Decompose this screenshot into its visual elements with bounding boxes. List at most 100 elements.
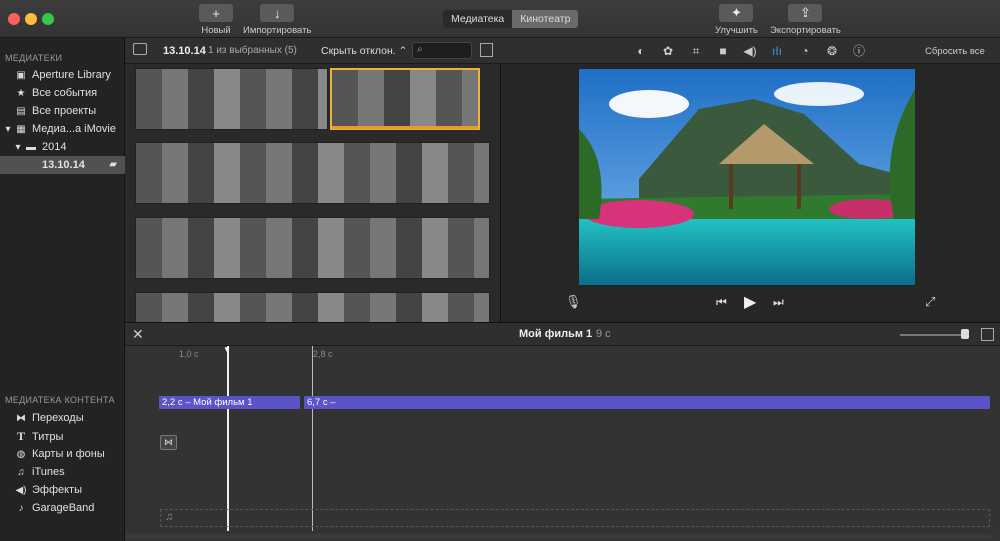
- ruler-mark: 1,0 с: [179, 349, 199, 359]
- project-title: Мой фильм 1: [519, 328, 593, 340]
- sidebar-item-2014[interactable]: ▾ ▬ 2014: [0, 138, 125, 156]
- sidebar-item-label: Эффекты: [32, 484, 83, 496]
- sidebar-item-label: Все проекты: [32, 105, 97, 117]
- clip-thumbnail-selected[interactable]: [330, 68, 480, 130]
- speaker-icon: ◀): [15, 485, 27, 496]
- sidebar-item-event-13-10-14[interactable]: 13.10.14 ▰: [0, 156, 125, 174]
- skip-back-icon[interactable]: ⏮: [716, 295, 727, 310]
- plus-icon: +: [199, 4, 233, 22]
- sidebar-item-garageband[interactable]: ♪ GarageBand: [0, 499, 125, 517]
- color-palette-icon[interactable]: ✿: [660, 43, 676, 59]
- close-window-button[interactable]: [8, 13, 20, 25]
- color-balance-icon[interactable]: ◐: [633, 43, 649, 59]
- enhance-button[interactable]: ✦ Улучшить: [715, 4, 758, 36]
- timeline-clip[interactable]: 2,2 с – Мой фильм 1: [159, 396, 300, 409]
- sidebar-item-label: Все события: [32, 87, 98, 99]
- import-label: Импортировать: [243, 25, 312, 36]
- guitar-icon: ♪: [18, 503, 24, 514]
- ruler-mark: 2,8 с: [313, 349, 333, 359]
- download-arrow-icon: ↓: [260, 4, 295, 22]
- filter-dropdown[interactable]: Скрыть отклон. ⌃: [321, 45, 407, 57]
- filter-icon[interactable]: ❂: [824, 43, 840, 59]
- volume-icon[interactable]: ◀): [742, 43, 758, 59]
- timeline-clip[interactable]: 6,7 с –: [304, 396, 990, 409]
- clip-thumbnail[interactable]: [135, 292, 490, 322]
- timeline-header: ✕ Мой фильм 1 9 с: [125, 322, 1000, 346]
- timeline[interactable]: 1,0 с 2,8 с ▼ 2,2 с – Мой фильм 1 6,7 с …: [125, 345, 1000, 541]
- reset-all-button[interactable]: Сбросить все: [925, 46, 985, 57]
- export-button[interactable]: ⇪ Экспортировать: [770, 4, 841, 36]
- aperture-icon: ▣: [16, 70, 26, 81]
- clip-thumbnail[interactable]: [135, 217, 490, 279]
- sidebar-item-imovie-library[interactable]: ▾ ▦ Медиа...а iMovie: [0, 120, 125, 138]
- zoom-window-button[interactable]: [42, 13, 54, 25]
- sidebar-item-effects[interactable]: ◀) Эффекты: [0, 481, 125, 499]
- equalizer-icon[interactable]: ıIı: [769, 43, 785, 59]
- info-icon[interactable]: ⓘ: [851, 43, 867, 59]
- tab-library[interactable]: Медиатека: [443, 10, 513, 28]
- project-duration: 9 с: [596, 328, 611, 340]
- music-track[interactable]: ♫: [160, 509, 990, 527]
- grid-icon: ▦: [16, 124, 26, 135]
- search-icon: ⌕: [417, 44, 423, 55]
- sidebar-item-maps[interactable]: ◍ Карты и фоны: [0, 445, 125, 463]
- sidebar-item-itunes[interactable]: ♫ iTunes: [0, 463, 125, 481]
- filmstrip-settings-icon[interactable]: [981, 328, 994, 341]
- content-library-heading: МЕДИАТЕКА КОНТЕНТА: [5, 395, 115, 405]
- clip-browser: [125, 64, 500, 322]
- disclosure-triangle-icon[interactable]: ▾: [4, 121, 12, 139]
- horizontal-scrollbar[interactable]: [125, 534, 993, 539]
- close-icon[interactable]: ✕: [132, 326, 144, 343]
- selection-range-bar: [332, 126, 478, 129]
- film-icon: ▤: [16, 106, 26, 117]
- clip-thumbnail[interactable]: [135, 68, 328, 130]
- zoom-slider-knob[interactable]: [961, 329, 969, 339]
- globe-icon: ◍: [16, 449, 26, 460]
- stabilization-icon[interactable]: ■: [715, 43, 731, 59]
- zoom-slider[interactable]: [900, 329, 969, 339]
- video-preview: [579, 69, 915, 285]
- new-button[interactable]: + Новый: [199, 4, 233, 36]
- transition-icon[interactable]: ⋈: [160, 435, 177, 450]
- playhead[interactable]: ▼: [223, 345, 231, 531]
- magic-wand-icon: ✦: [719, 4, 754, 22]
- tab-theater[interactable]: Кинотеатр: [512, 10, 579, 28]
- enhance-label: Улучшить: [715, 25, 758, 36]
- sidebar-item-label: iTunes: [32, 466, 65, 478]
- sidebar-item-titles[interactable]: T Титры: [0, 427, 125, 445]
- libraries-sidebar: МЕДИАТЕКИ ▣ Aperture Library ★ Все события…: [0, 38, 125, 541]
- window-toolbar: + Новый ↓ Импортировать Медиатека Киноте…: [0, 0, 1000, 38]
- new-label: Новый: [201, 25, 231, 36]
- sidebar-item-all-events[interactable]: ★ Все события: [0, 84, 125, 102]
- clip-label: 2,2 с – Мой фильм 1: [162, 397, 253, 408]
- sidebar-item-label: Карты и фоны: [32, 448, 105, 460]
- selection-info: 1 из выбранных (5): [208, 45, 297, 56]
- skip-forward-icon[interactable]: ⏭: [773, 295, 784, 310]
- speed-icon[interactable]: ◔: [797, 43, 813, 59]
- filmstrip-icon[interactable]: [480, 43, 493, 57]
- import-button[interactable]: ↓ Импортировать: [243, 4, 311, 36]
- share-icon: ⇪: [788, 4, 823, 22]
- search-input[interactable]: ⌕: [412, 42, 472, 59]
- libraries-heading: МЕДИАТЕКИ: [5, 53, 63, 63]
- sidebar-item-transitions[interactable]: ⧓ Переходы: [0, 409, 125, 427]
- microphone-icon[interactable]: 🎙: [565, 294, 582, 310]
- clip-thumbnail[interactable]: [135, 142, 490, 204]
- sidebar-item-label: 13.10.14: [42, 159, 85, 171]
- play-icon[interactable]: ▶: [744, 292, 756, 312]
- fullscreen-icon[interactable]: ⤢: [925, 294, 935, 310]
- browser-event-name: 13.10.14: [163, 45, 206, 57]
- crop-icon[interactable]: ⌗: [688, 43, 704, 59]
- minimize-window-button[interactable]: [25, 13, 37, 25]
- sidebar-item-all-projects[interactable]: ▤ Все проекты: [0, 102, 125, 120]
- clapper-icon: ▰: [109, 159, 117, 170]
- sidebar-item-aperture[interactable]: ▣ Aperture Library: [0, 66, 125, 84]
- titles-icon: T: [16, 429, 25, 443]
- export-label: Экспортировать: [770, 25, 841, 36]
- star-icon: ★: [16, 88, 26, 99]
- disclosure-triangle-icon[interactable]: ▾: [14, 139, 22, 157]
- clip-label: 6,7 с –: [307, 397, 336, 408]
- sidebar-item-label: 2014: [42, 141, 67, 153]
- sidebar-item-label: Aperture Library: [32, 69, 111, 81]
- sidebar-toggle-icon[interactable]: [133, 43, 147, 55]
